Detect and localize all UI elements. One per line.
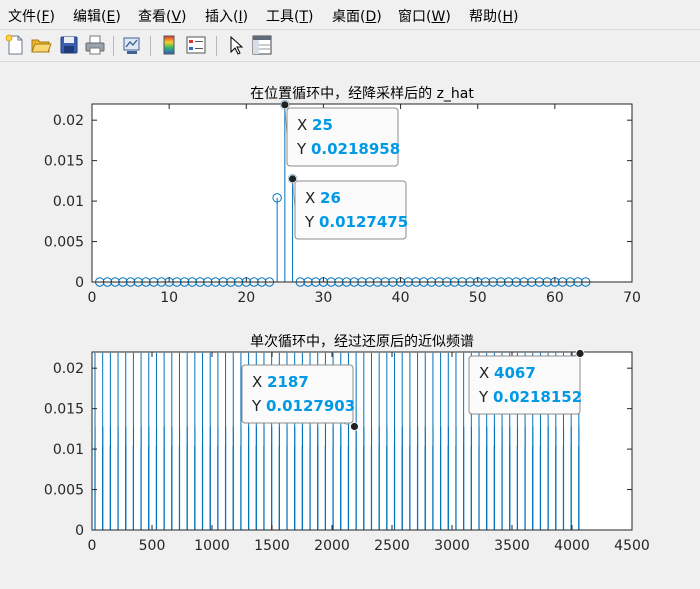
property-inspector-icon[interactable] [251, 34, 273, 56]
datatip-y-label: Y 0.0127903 [251, 397, 355, 415]
x-tick-label: 500 [139, 538, 166, 554]
datatip-x-label: X 2187 [252, 373, 309, 391]
x-tick-label: 3500 [494, 538, 530, 554]
x-tick-label: 3000 [434, 538, 470, 554]
datatip-marker [280, 100, 290, 110]
y-tick-labels: 0 0.005 0.01 0.015 0.02 [44, 113, 84, 291]
datatip-x-label: X 25 [297, 116, 333, 134]
datatip-x-label: X 26 [305, 189, 341, 207]
x-tick-label: 1500 [254, 538, 290, 554]
toolbar-separator [113, 36, 114, 56]
datatip-y-label: Y 0.0218152 [478, 388, 582, 406]
y-tick-label: 0.01 [53, 194, 84, 210]
datatip-x-label: X 4067 [479, 364, 536, 382]
x-tick-label: 50 [469, 290, 487, 306]
x-tick-labels: 0 500 1000 1500 2000 2500 3000 3500 4000 4500 [88, 538, 650, 554]
colorbar-icon[interactable] [158, 34, 180, 56]
menu-edit[interactable]: 编辑(E) [73, 6, 121, 26]
x-tick-label: 70 [623, 290, 641, 306]
figure-canvas: 0 10 20 30 40 50 60 70 0 0.005 0.01 0.015 0.02 在位置循… [44, 86, 650, 554]
y-tick-label: 0 [75, 275, 84, 291]
menu-view[interactable]: 查看(V) [138, 6, 187, 26]
menu-file[interactable]: 文件(F) [8, 6, 55, 26]
datatip-marker [350, 422, 359, 431]
y-tick-label: 0.02 [53, 113, 84, 129]
y-tick-label: 0.01 [53, 442, 84, 458]
datatip-x-value: 26 [320, 189, 341, 207]
y-tick-label: 0.005 [44, 483, 84, 499]
y-tick-labels: 0 0.005 0.01 0.015 0.02 [44, 361, 84, 539]
menu-tools[interactable]: 工具(T) [266, 6, 314, 26]
datatip-y-label: Y 0.0218958 [296, 140, 400, 158]
x-tick-label: 10 [160, 290, 178, 306]
datatip-y-value: 0.0127475 [319, 213, 408, 231]
toolbar-separator [216, 36, 217, 56]
chart-title: 单次循环中，经过还原后的近似频谱 [250, 334, 474, 350]
new-figure-icon[interactable] [4, 34, 26, 56]
datatip-y-label: Y 0.0127475 [304, 213, 408, 231]
x-tick-label: 0 [88, 290, 97, 306]
datatip-marker [575, 349, 585, 358]
x-tick-label: 40 [392, 290, 410, 306]
x-tick-label: 2000 [314, 538, 350, 554]
x-tick-label: 60 [546, 290, 564, 306]
menu-help[interactable]: 帮助(H) [469, 6, 518, 26]
x-tick-labels: 0 10 20 30 40 50 60 70 [88, 290, 641, 306]
x-tick-label: 2500 [374, 538, 410, 554]
datatip-y-value: 0.0218152 [493, 388, 582, 406]
toolbar-separator [150, 36, 151, 56]
datatip-x-value: 25 [312, 116, 333, 134]
save-icon[interactable] [58, 34, 80, 56]
chart-title: 在位置循环中，经降采样后的 z_hat [250, 86, 474, 102]
x-tick-label: 4000 [554, 538, 590, 554]
open-folder-icon[interactable] [30, 34, 52, 56]
datatip-x-value: 2187 [267, 373, 309, 391]
menu-insert[interactable]: 插入(I) [205, 6, 248, 26]
datatip-y-value: 0.0218958 [311, 140, 400, 158]
x-tick-label: 1000 [194, 538, 230, 554]
x-tick-label: 4500 [614, 538, 650, 554]
y-tick-label: 0.005 [44, 235, 84, 251]
x-tick-label: 0 [88, 538, 97, 554]
print-icon[interactable] [84, 34, 106, 56]
toolbar [0, 29, 700, 62]
menu-window[interactable]: 窗口(W) [398, 6, 451, 26]
y-tick-label: 0.015 [44, 154, 84, 170]
link-figure-icon[interactable] [121, 34, 143, 56]
legend-icon[interactable] [185, 34, 207, 56]
menu-bar: 文件(F) 编辑(E) 查看(V) 插入(I) 工具(T) 桌面(D) 窗口(W… [0, 0, 700, 28]
axes-1: 0 10 20 30 40 50 60 70 0 0.005 0.01 0.015 0.02 在位置循… [44, 86, 641, 306]
axes-2: 0 500 1000 1500 2000 2500 3000 3500 4000 4500 0 0.… [44, 334, 650, 554]
x-tick-label: 20 [237, 290, 255, 306]
y-tick-label: 0.02 [53, 361, 84, 377]
y-tick-label: 0 [75, 523, 84, 539]
datatip-marker [288, 174, 297, 184]
menu-desktop[interactable]: 桌面(D) [332, 6, 382, 26]
x-tick-label: 30 [315, 290, 333, 306]
y-tick-label: 0.015 [44, 402, 84, 418]
datatip-y-value: 0.0127903 [266, 397, 355, 415]
pointer-arrow-icon[interactable] [225, 34, 247, 56]
datatip-x-value: 4067 [494, 364, 536, 382]
